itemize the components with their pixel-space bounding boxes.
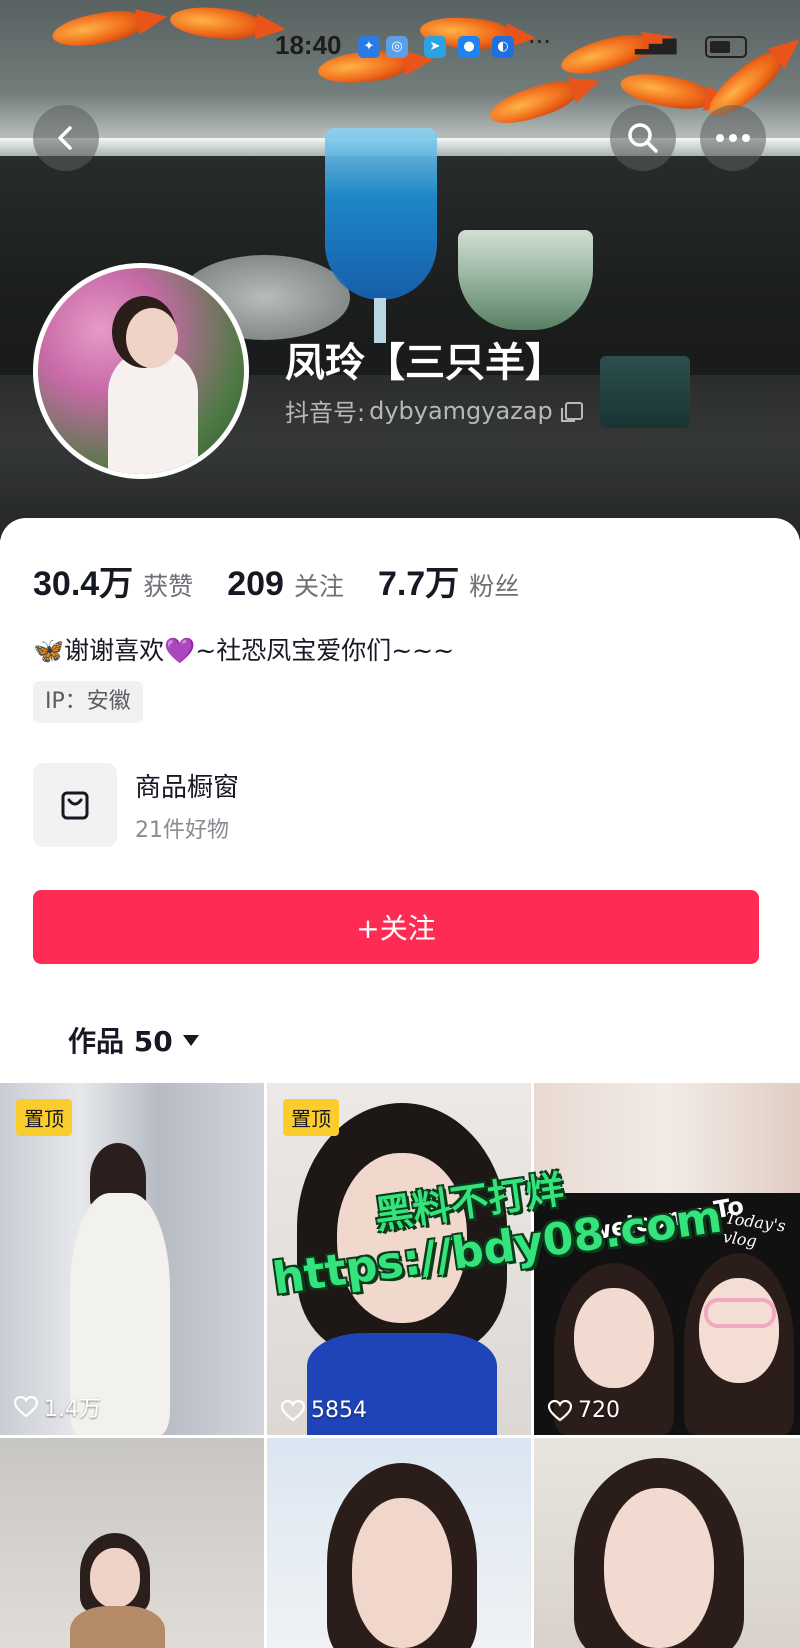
video-likes: 720 (548, 1398, 620, 1423)
tab-works[interactable]: 作品 50 (68, 1020, 199, 1060)
video-figure (90, 1548, 140, 1608)
heart-icon (281, 1399, 305, 1421)
battery-icon (705, 36, 747, 58)
shop-window-entry[interactable]: 商品橱窗 21件好物 (33, 763, 239, 847)
avatar-figure (126, 308, 178, 368)
stat-label: 关注 (293, 572, 344, 601)
video-tile[interactable] (0, 1438, 264, 1648)
search-button[interactable] (610, 105, 676, 171)
shop-icon-box (33, 763, 117, 847)
likes-count: 5854 (311, 1398, 367, 1423)
shop-title: 商品橱窗 (135, 772, 240, 803)
search-icon (628, 123, 658, 153)
shop-subtitle: 21件好物 (135, 817, 229, 843)
stat-likes[interactable]: 30.4万 获赞 (33, 556, 193, 605)
status-time: 18:40 (275, 30, 342, 60)
stat-following[interactable]: 209 关注 (227, 565, 344, 604)
message-icon: ● (458, 36, 480, 58)
signal-icon: ▂▄▆ (635, 34, 677, 55)
display-name: 凤玲【三只羊】 (285, 340, 565, 386)
more-button[interactable] (700, 105, 766, 171)
ip-location-badge: IP：安徽 (33, 681, 143, 723)
bio: 🦋谢谢喜欢💜~社恐凤宝爱你们~~~ (33, 636, 455, 665)
heart-icon (548, 1399, 572, 1421)
avatar[interactable] (33, 263, 249, 479)
more-dots-icon (716, 134, 750, 142)
douyin-id-label: 抖音号: (285, 399, 366, 427)
video-figure (699, 1278, 779, 1383)
stat-followers[interactable]: 7.7万 粉丝 (378, 556, 519, 605)
stat-label: 获赞 (143, 572, 194, 601)
app-notification-icon: ✦ (358, 36, 380, 58)
video-tile[interactable]: 置顶 1.4万 (0, 1083, 264, 1435)
douyin-id: dybyamgyazap (369, 396, 553, 425)
shopping-bag-icon (61, 791, 89, 820)
stat-label: 粉丝 (469, 572, 520, 601)
back-button[interactable] (33, 105, 99, 171)
video-figure (352, 1498, 452, 1648)
video-likes: 1.4万 (14, 1391, 101, 1423)
douyin-id-row[interactable]: 抖音号: dybyamgyazap (285, 393, 583, 428)
likes-count: 1.4万 (44, 1397, 101, 1422)
telegram-icon: ➤ (424, 36, 446, 58)
stats-row: 30.4万 获赞 209 关注 7.7万 粉丝 (33, 556, 553, 605)
banner-decoration (600, 356, 690, 428)
video-figure (574, 1288, 654, 1388)
tab-works-label: 作品 50 (68, 1025, 173, 1058)
shop-text: 商品橱窗 21件好物 (135, 767, 239, 844)
video-tile[interactable] (534, 1438, 800, 1648)
glasses-prop (704, 1298, 776, 1328)
pinned-badge: 置顶 (16, 1099, 72, 1136)
stat-value: 30.4万 (33, 565, 134, 603)
banner-decoration (458, 230, 593, 330)
stat-value: 7.7万 (377, 565, 460, 603)
video-figure (604, 1488, 714, 1648)
follow-button[interactable]: +关注 (33, 890, 759, 964)
stat-value: 209 (227, 565, 284, 603)
banner-decoration (325, 128, 437, 300)
copy-icon[interactable] (560, 401, 583, 422)
profile-card: 30.4万 获赞 209 关注 7.7万 粉丝 🦋谢谢喜欢💜~社恐凤宝爱你们~~… (0, 518, 800, 1088)
video-tile[interactable] (267, 1438, 531, 1648)
overlay-text: Today's vlog (721, 1208, 787, 1251)
pinned-badge: 置顶 (283, 1099, 339, 1136)
back-arrow-icon (58, 126, 72, 150)
profile-banner: 18:40 ✦ ◎ ➤ ● ◐ ··· ▂▄▆ 凤玲【三只羊】 抖音号: dyb… (0, 0, 800, 540)
heart-icon (14, 1396, 38, 1418)
app-notification-icon: ◐ (492, 36, 514, 58)
status-bar: 18:40 ✦ ◎ ➤ ● ◐ ··· ▂▄▆ (0, 26, 800, 66)
caret-down-icon (182, 1034, 199, 1046)
video-figure (70, 1606, 165, 1648)
app-notification-icon: ◎ (386, 36, 408, 58)
likes-count: 720 (578, 1398, 620, 1423)
more-notifications-icon: ··· (528, 28, 551, 56)
video-likes: 5854 (281, 1398, 367, 1423)
